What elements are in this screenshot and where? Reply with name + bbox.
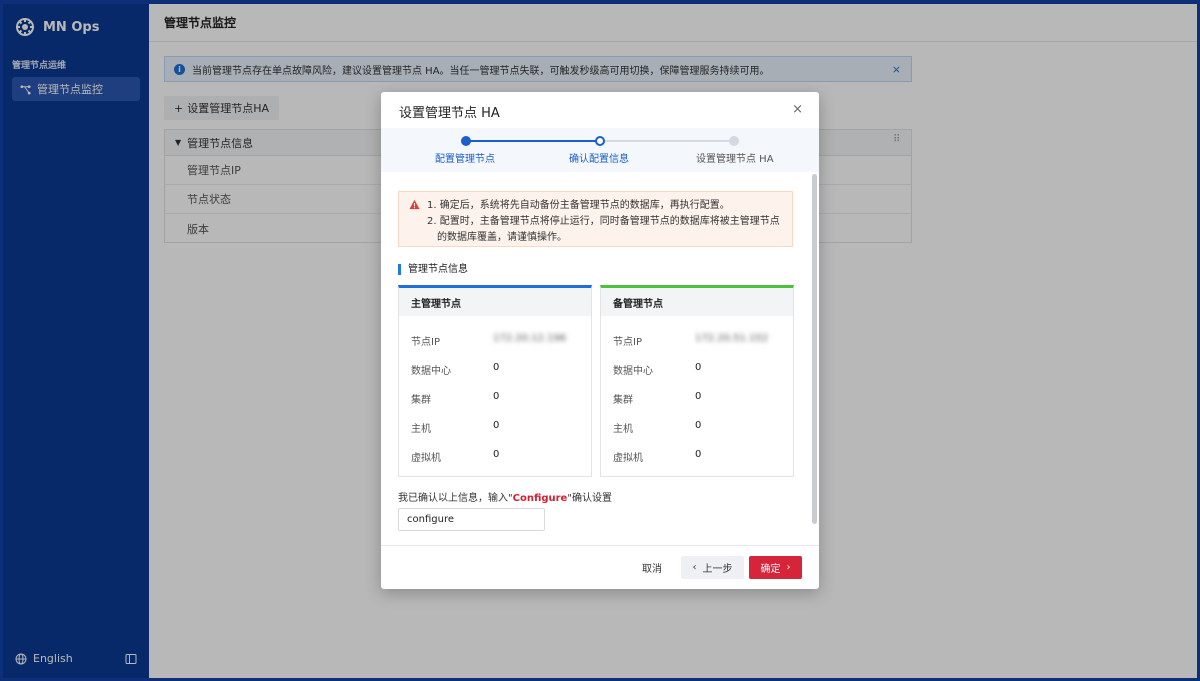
field-key: 数据中心 — [613, 366, 653, 377]
primary-node-card: 主管理节点 节点IP 172.20.12.196 数据中心 0 集群 0 主机 … — [398, 285, 592, 477]
field-key: 集群 — [411, 395, 431, 406]
backup-dc-row: 数据中心 0 — [613, 362, 701, 377]
field-value: 0 — [695, 420, 702, 431]
confirm-prefix: 我已确认以上信息，输入" — [398, 493, 513, 504]
field-value: 0 — [695, 449, 702, 460]
field-key: 节点IP — [613, 337, 642, 348]
backup-vm-row: 虚拟机 0 — [613, 449, 701, 464]
modal-footer: 取消 ‹ 上一步 确定 › — [381, 545, 819, 589]
backup-node-title: 备管理节点 — [601, 288, 793, 316]
primary-host-row: 主机 0 — [411, 420, 499, 435]
confirm-keyword: Configure — [512, 493, 568, 504]
backup-ip-value: 172.20.51.152 — [695, 333, 769, 344]
field-value: 0 — [493, 449, 500, 460]
backup-host-row: 主机 0 — [613, 420, 701, 435]
modal-body: 1. 确定后，系统将先自动备份主备管理节点的数据库，再执行配置。 2. 配置时，… — [381, 172, 819, 545]
warning-line-3: 的数据库覆盖，请谨慎操作。 — [437, 232, 567, 243]
backup-node-card: 备管理节点 节点IP 172.20.51.152 数据中心 0 集群 0 主机 … — [600, 285, 794, 477]
primary-dc-row: 数据中心 0 — [411, 362, 499, 377]
confirm-label: 我已确认以上信息，输入"Configure"确认设置 — [398, 489, 612, 504]
section-title: 管理节点信息 — [398, 264, 468, 275]
step-dot-3 — [729, 136, 739, 146]
modal-title: 设置管理节点 HA — [399, 106, 500, 121]
step-label-1: 配置管理节点 — [435, 154, 495, 165]
prev-step-button[interactable]: ‹ 上一步 — [681, 556, 744, 579]
step-connector — [467, 140, 599, 142]
prev-step-label: 上一步 — [702, 564, 733, 575]
primary-cluster-row: 集群 0 — [411, 391, 499, 406]
field-key: 集群 — [613, 395, 633, 406]
modal-close-icon[interactable]: × — [792, 102, 803, 117]
field-value: 0 — [695, 391, 702, 402]
step-label-2: 确认配置信息 — [569, 154, 629, 165]
setup-ha-modal: 设置管理节点 HA × 配置管理节点 确认配置信息 设置管理节点 HA 1. 确… — [381, 92, 819, 589]
chevron-left-icon: ‹ — [692, 562, 697, 573]
warning-alert: 1. 确定后，系统将先自动备份主备管理节点的数据库，再执行配置。 2. 配置时，… — [398, 191, 793, 247]
cancel-button[interactable]: 取消 — [638, 556, 666, 579]
primary-ip-value: 172.20.12.196 — [493, 333, 567, 344]
modal-scrollbar[interactable] — [812, 174, 817, 524]
warning-line-2: 2. 配置时，主备管理节点将停止运行，同时备管理节点的数据库将被主管理节点 — [427, 216, 780, 227]
confirm-suffix: "确认设置 — [567, 493, 612, 504]
primary-ip-row: 节点IP 172.20.12.196 — [411, 333, 566, 348]
warning-icon — [409, 199, 420, 210]
field-key: 虚拟机 — [613, 453, 643, 464]
confirm-button-label: 确定 — [760, 564, 781, 575]
primary-vm-row: 虚拟机 0 — [411, 449, 499, 464]
backup-cluster-row: 集群 0 — [613, 391, 701, 406]
step-dot-1 — [461, 136, 471, 146]
backup-ip-row: 节点IP 172.20.51.152 — [613, 333, 768, 348]
chevron-right-icon: › — [786, 562, 791, 573]
stepper: 配置管理节点 确认配置信息 设置管理节点 HA — [381, 128, 819, 172]
field-value: 0 — [493, 362, 500, 373]
warning-line-1: 1. 确定后，系统将先自动备份主备管理节点的数据库，再执行配置。 — [427, 200, 730, 211]
confirm-input[interactable] — [398, 508, 545, 531]
field-value: 0 — [493, 420, 500, 431]
step-dot-2 — [595, 136, 605, 146]
field-key: 虚拟机 — [411, 453, 441, 464]
confirm-button[interactable]: 确定 › — [749, 556, 802, 579]
field-key: 数据中心 — [411, 366, 451, 377]
field-value: 0 — [695, 362, 702, 373]
field-key: 主机 — [411, 424, 431, 435]
field-key: 节点IP — [411, 337, 440, 348]
step-label-3: 设置管理节点 HA — [696, 154, 774, 165]
field-key: 主机 — [613, 424, 633, 435]
primary-node-title: 主管理节点 — [399, 288, 591, 316]
field-value: 0 — [493, 391, 500, 402]
step-connector — [601, 140, 733, 142]
